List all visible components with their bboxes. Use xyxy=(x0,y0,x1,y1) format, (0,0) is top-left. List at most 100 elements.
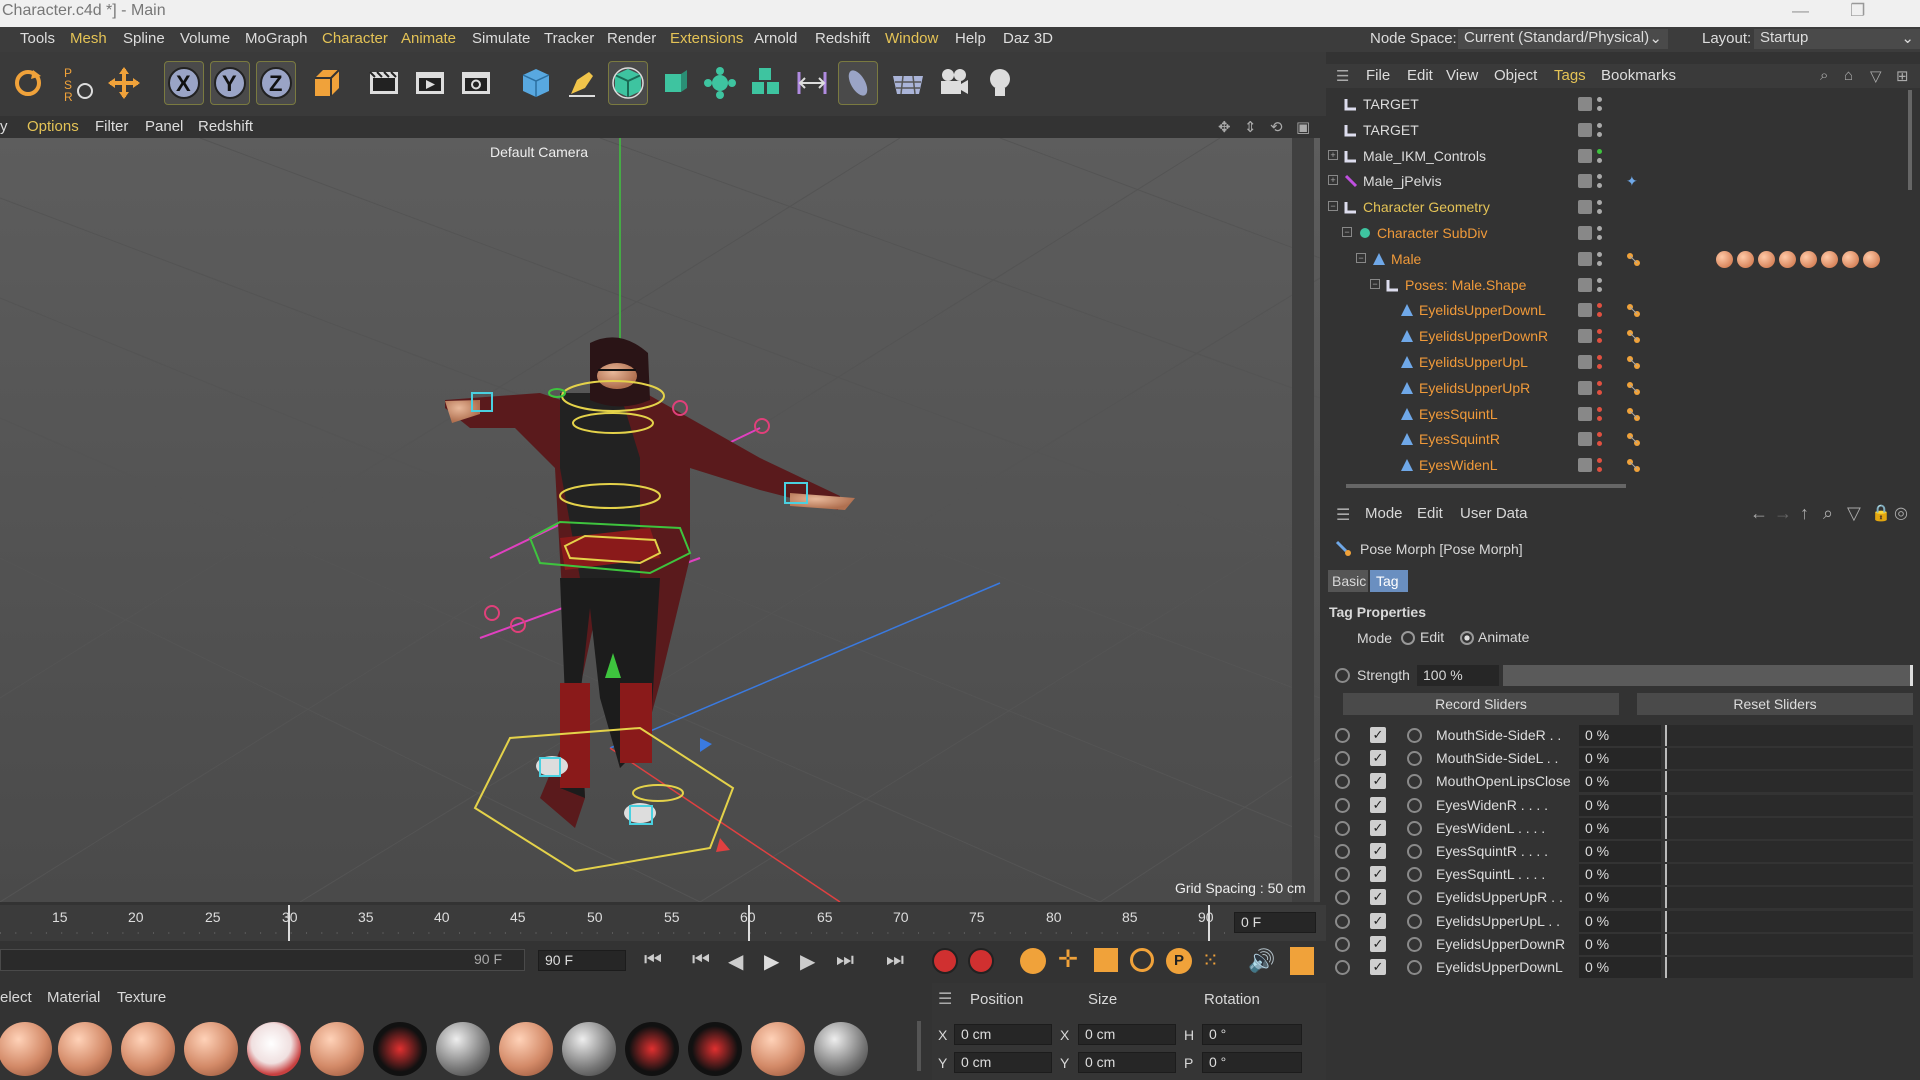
menu-volume[interactable]: Volume xyxy=(180,30,230,47)
enable-checkbox[interactable]: ✓ xyxy=(1370,912,1386,929)
go-to-end-icon[interactable]: ⏭ xyxy=(886,949,904,972)
psr-icon[interactable]: PSR xyxy=(58,61,98,105)
fracture-icon[interactable] xyxy=(746,61,786,105)
playhead-marker-b[interactable] xyxy=(748,905,750,941)
om-menu-object[interactable]: Object xyxy=(1494,67,1537,84)
y-axis-lock-icon[interactable]: Y xyxy=(210,61,250,105)
material-tag-icon[interactable] xyxy=(1716,250,1733,268)
expand-toggle-icon[interactable]: − xyxy=(1370,278,1380,289)
restore-icon[interactable]: ❐ xyxy=(1850,1,1865,21)
menu-character[interactable]: Character xyxy=(322,30,388,47)
editor-visibility-dot[interactable] xyxy=(1597,251,1602,257)
menu-spline[interactable]: Spline xyxy=(123,30,165,47)
hamburger-icon[interactable]: ☰ xyxy=(938,989,952,1009)
z-axis-handle[interactable] xyxy=(700,738,712,752)
forward-arrow-icon[interactable]: → xyxy=(1774,503,1792,524)
move-icon[interactable] xyxy=(104,61,144,105)
editor-visibility-dot[interactable] xyxy=(1597,432,1602,438)
morph-slider[interactable] xyxy=(1665,864,1913,886)
object-hscrollbar[interactable] xyxy=(1326,481,1901,491)
expand-toggle-icon[interactable]: − xyxy=(1356,252,1366,263)
timeline-ruler[interactable]: 15 20 25 30 35 40 45 50 55 60 65 70 75 8… xyxy=(0,905,1326,941)
menu-render[interactable]: Render xyxy=(607,30,656,47)
menu-simulate[interactable]: Simulate xyxy=(472,30,530,47)
om-menu-edit[interactable]: Edit xyxy=(1407,67,1433,84)
key-parameter-icon[interactable]: P xyxy=(1166,948,1192,974)
expand-toggle-icon[interactable]: − xyxy=(1328,201,1338,212)
go-to-start-icon[interactable]: ⏮ xyxy=(644,949,662,972)
camera-icon[interactable] xyxy=(934,61,974,105)
pose-morph-tag-icon[interactable] xyxy=(1626,303,1642,319)
object-row[interactable]: + Male_jPelvis ✦ xyxy=(1326,169,1906,195)
keyframe-radio[interactable] xyxy=(1335,936,1350,952)
visibility-toggle-icon[interactable] xyxy=(1578,329,1592,344)
lock-icon[interactable]: 🔒 xyxy=(1871,503,1891,523)
keyframe-selection-icon[interactable] xyxy=(1020,948,1046,974)
keyframe-radio[interactable] xyxy=(1335,751,1350,767)
enable-checkbox[interactable]: ✓ xyxy=(1370,935,1386,952)
keyframe-radio[interactable] xyxy=(1335,797,1350,813)
x-axis-lock-icon[interactable]: X xyxy=(164,61,204,105)
visibility-toggle-icon[interactable] xyxy=(1578,277,1592,292)
sound-icon[interactable]: 🔊 xyxy=(1248,948,1275,974)
viewport-menu-redshift[interactable]: Redshift xyxy=(198,118,253,135)
size-x-field[interactable]: 0 cm xyxy=(1078,1024,1176,1045)
play-icon[interactable]: ▶ xyxy=(764,949,779,974)
timeline-window-icon[interactable] xyxy=(1290,947,1314,975)
attr-menu-edit[interactable]: Edit xyxy=(1417,505,1443,522)
dolly-view-icon[interactable]: ⇕ xyxy=(1244,118,1257,136)
bend-deformer-icon[interactable] xyxy=(792,61,832,105)
object-row[interactable]: − Character Geometry xyxy=(1326,195,1906,221)
visibility-toggle-icon[interactable] xyxy=(1578,355,1592,369)
menu-daz3d[interactable]: Daz 3D xyxy=(1003,30,1053,47)
visibility-toggle-icon[interactable] xyxy=(1578,97,1592,111)
animate-radio[interactable] xyxy=(1407,844,1422,859)
morph-value-field[interactable]: 0 % xyxy=(1579,864,1661,886)
editor-visibility-dot[interactable] xyxy=(1597,329,1602,335)
render-visibility-dot[interactable] xyxy=(1597,131,1602,137)
animate-radio[interactable] xyxy=(1407,890,1422,906)
render-visibility-dot[interactable] xyxy=(1597,338,1602,344)
rotate-view-icon[interactable]: ⟲ xyxy=(1270,118,1283,136)
reset-sliders-button[interactable]: Reset Sliders xyxy=(1637,693,1913,715)
material-swatch[interactable] xyxy=(184,1022,238,1076)
object-row[interactable]: EyelidsUpperDownL xyxy=(1326,298,1906,324)
material-swatch[interactable] xyxy=(121,1022,175,1076)
render-region-icon[interactable] xyxy=(364,61,404,105)
attr-menu-mode[interactable]: Mode xyxy=(1365,505,1403,522)
menu-extensions[interactable]: Extensions xyxy=(670,30,743,47)
visibility-toggle-icon[interactable] xyxy=(1578,406,1592,421)
enable-checkbox[interactable]: ✓ xyxy=(1370,796,1386,813)
render-visibility-dot[interactable] xyxy=(1597,467,1602,473)
visibility-toggle-icon[interactable] xyxy=(1578,458,1592,473)
playhead-marker[interactable] xyxy=(288,905,290,941)
object-row[interactable]: − Character SubDiv xyxy=(1326,221,1906,247)
pose-morph-tag-icon[interactable] xyxy=(1626,407,1642,423)
object-row[interactable]: + Male_IKM_Controls xyxy=(1326,144,1906,170)
rotation-h-field[interactable]: 0 ° xyxy=(1202,1024,1302,1045)
animate-radio[interactable] xyxy=(1407,913,1422,929)
material-menu-select[interactable]: elect xyxy=(0,989,32,1006)
enable-checkbox[interactable]: ✓ xyxy=(1370,866,1386,883)
render-visibility-dot[interactable] xyxy=(1597,364,1602,369)
animate-radio[interactable] xyxy=(1407,820,1422,836)
visibility-toggle-icon[interactable] xyxy=(1578,148,1592,163)
mode-edit-radio[interactable] xyxy=(1401,631,1415,645)
material-swatch[interactable] xyxy=(814,1022,868,1076)
object-row[interactable]: − Poses: Male.Shape xyxy=(1326,273,1906,299)
animate-radio[interactable] xyxy=(1407,728,1422,743)
pose-morph-tag-icon[interactable] xyxy=(1626,432,1642,448)
morph-slider[interactable] xyxy=(1665,933,1913,955)
morph-value-field[interactable]: 0 % xyxy=(1579,817,1661,839)
search-icon[interactable]: ⌕ xyxy=(1820,67,1828,84)
editor-visibility-dot[interactable] xyxy=(1597,226,1602,231)
om-menu-bookmarks[interactable]: Bookmarks xyxy=(1601,67,1676,84)
enable-checkbox[interactable]: ✓ xyxy=(1370,727,1386,743)
editor-visibility-dot[interactable] xyxy=(1597,380,1602,386)
key-scale-icon[interactable] xyxy=(1094,948,1118,972)
cube-icon[interactable] xyxy=(516,61,556,105)
morph-value-field[interactable]: 0 % xyxy=(1579,771,1661,793)
material-scrollbar[interactable] xyxy=(917,1021,921,1071)
visibility-toggle-icon[interactable] xyxy=(1578,200,1592,215)
visibility-toggle-icon[interactable] xyxy=(1578,122,1592,137)
